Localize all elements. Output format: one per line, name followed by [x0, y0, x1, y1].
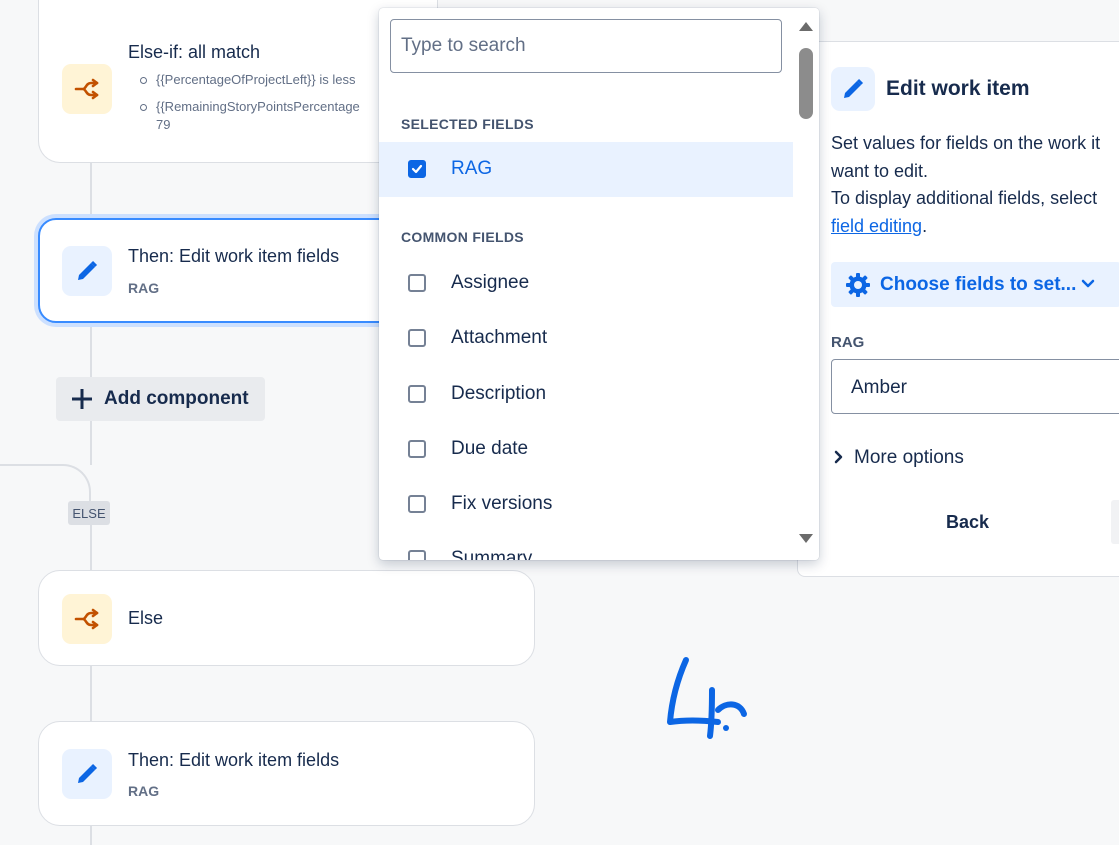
pencil-icon [62, 246, 112, 296]
back-button[interactable]: Back [946, 512, 989, 533]
condition-item: {{RemainingStoryPointsPercentage [134, 96, 360, 118]
else-if-title: Else-if: all match [128, 42, 261, 62]
checkbox-icon [408, 495, 426, 513]
field-option-due-date[interactable]: Due date [379, 422, 793, 477]
else-card[interactable]: Else [38, 570, 535, 666]
field-option-description[interactable]: Description [379, 367, 793, 422]
chevron-right-icon [834, 450, 843, 464]
add-component-label: Add component [104, 388, 249, 409]
panel-description-link-line: field editing. [831, 213, 927, 240]
plus-icon [72, 389, 92, 409]
branch-icon [62, 64, 112, 114]
next-button[interactable] [1111, 500, 1119, 544]
field-option-summary[interactable]: Summary [379, 532, 793, 560]
scroll-up-arrow-icon[interactable] [798, 20, 814, 32]
field-option-label: Due date [451, 438, 529, 459]
common-fields-heading: COMMON FIELDS [401, 229, 524, 245]
panel-description-end: . [922, 216, 928, 236]
condition-list: {{PercentageOfProjectLeft}} is less {{Re… [134, 69, 360, 132]
choose-fields-label: Choose fields to set... [880, 274, 1077, 295]
checkbox-icon [408, 385, 426, 403]
pencil-icon [831, 67, 875, 111]
dropdown-scrollbar[interactable] [793, 8, 819, 560]
add-component-button[interactable]: Add component [56, 377, 265, 421]
flow-connector [90, 421, 92, 465]
condition-item: {{PercentageOfProjectLeft}} is less [134, 69, 360, 91]
checkbox-icon [408, 274, 426, 292]
field-option-label: Summary [451, 548, 533, 560]
branch-connector [0, 464, 91, 504]
branch-icon [62, 594, 112, 644]
field-picker-dropdown: SELECTED FIELDS RAG COMMON FIELDS Assign… [379, 8, 819, 560]
field-editing-link[interactable]: field editing [831, 216, 922, 236]
handwritten-scribble [667, 657, 747, 739]
field-option-label: Description [451, 383, 547, 404]
else-if-card[interactable]: Else-if: all match {{PercentageOfProject… [38, 0, 438, 163]
scroll-down-arrow-icon[interactable] [798, 533, 814, 545]
field-option-attachment[interactable]: Attachment [379, 311, 793, 366]
pencil-icon [62, 749, 112, 799]
checkbox-icon [408, 440, 426, 458]
else-badge: ELSE [68, 501, 110, 525]
flow-connector [90, 322, 92, 377]
field-option-label: Assignee [451, 272, 530, 293]
choose-fields-button[interactable]: Choose fields to set... [831, 262, 1119, 307]
edit-work-item-panel: Edit work item Set values for fields on … [797, 41, 1119, 577]
panel-title: Edit work item [886, 77, 1030, 100]
field-option-assignee[interactable]: Assignee [379, 256, 793, 311]
selected-fields-heading: SELECTED FIELDS [401, 116, 534, 132]
panel-description: To display additional fields, select [831, 188, 1098, 208]
more-options-toggle[interactable]: More options [834, 447, 964, 469]
flow-connector [90, 825, 92, 845]
panel-description: want to edit. [831, 161, 929, 181]
gear-icon [846, 273, 870, 297]
condition-item-continuation: 79 [156, 117, 171, 132]
flow-connector [90, 665, 92, 722]
rag-field-value[interactable]: Amber [831, 359, 1119, 414]
field-search-input[interactable] [390, 19, 782, 73]
field-option-label: Fix versions [451, 493, 553, 514]
edit-fields-card[interactable]: Then: Edit work item fields RAG [38, 218, 438, 323]
edit-fields-card[interactable]: Then: Edit work item fields RAG [38, 721, 535, 826]
edit-card-title: Then: Edit work item fields [128, 246, 340, 266]
checkbox-checked-icon [408, 160, 426, 178]
else-title: Else [128, 608, 164, 628]
field-option-label: RAG [451, 158, 493, 179]
edit-card-subtitle: RAG [128, 280, 160, 296]
checkbox-icon [408, 329, 426, 347]
field-option-fix-versions[interactable]: Fix versions [379, 477, 793, 532]
chevron-down-icon [1081, 279, 1095, 288]
rag-field-label: RAG [831, 334, 865, 351]
edit-card-title: Then: Edit work item fields [128, 750, 340, 770]
edit-card-subtitle: RAG [128, 783, 160, 799]
field-option-rag[interactable]: RAG [379, 142, 793, 197]
scrollbar-thumb[interactable] [799, 48, 813, 119]
checkbox-icon [408, 550, 426, 560]
flow-connector [90, 525, 92, 571]
field-option-label: Attachment [451, 327, 548, 348]
more-options-label: More options [854, 447, 964, 468]
panel-description: Set values for fields on the work it [831, 133, 1101, 153]
flow-connector [90, 160, 92, 220]
